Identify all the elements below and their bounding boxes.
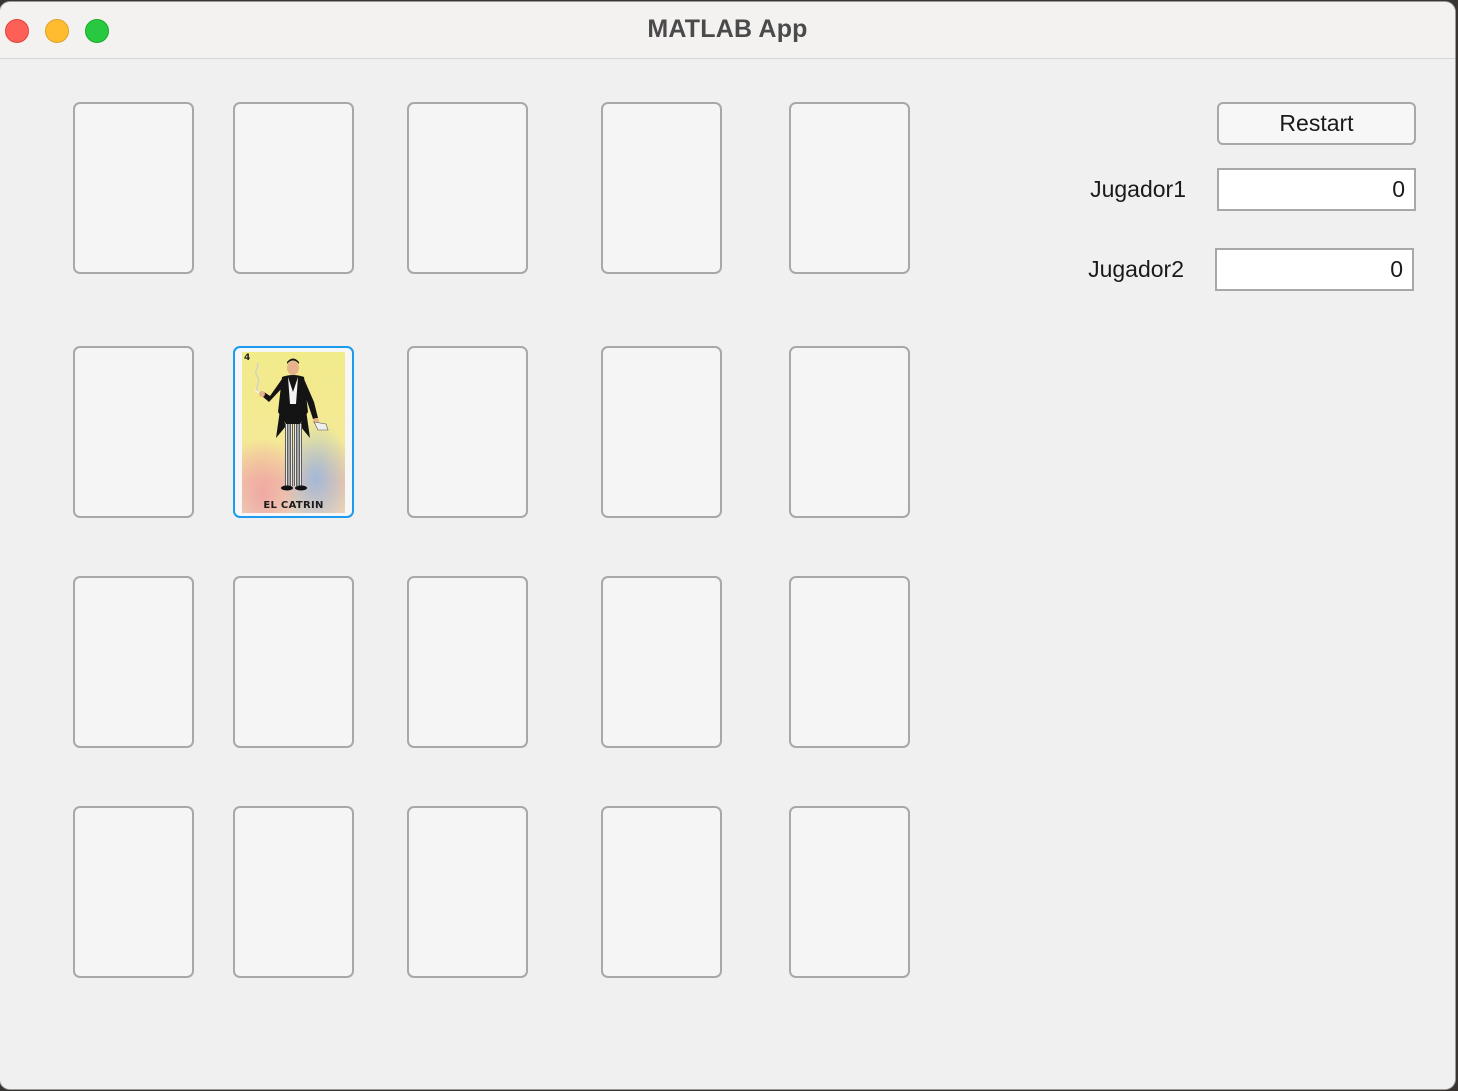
card-r2-c4[interactable] (601, 346, 722, 518)
card-r2-c1[interactable] (73, 346, 194, 518)
player2-label: Jugador2 (1088, 256, 1184, 282)
card-r3-c4[interactable] (601, 576, 722, 748)
app-content: 4 EL CATRIN Restart Jugador1 0 Jugador2 … (0, 59, 1455, 1089)
app-window: MATLAB App 4 EL CATRIN Restart Jugador1 … (0, 2, 1455, 1089)
player1-score-field[interactable]: 0 (1217, 168, 1416, 211)
card-r3-c3[interactable] (407, 576, 528, 748)
card-r1-c4[interactable] (601, 102, 722, 274)
loteria-card-image: 4 EL CATRIN (242, 352, 345, 513)
card-r1-c3[interactable] (407, 102, 528, 274)
card-r1-c2[interactable] (233, 102, 354, 274)
card-number: 4 (244, 353, 251, 363)
card-r4-c2[interactable] (233, 806, 354, 978)
card-r1-c5[interactable] (789, 102, 910, 274)
card-r1-c1[interactable] (73, 102, 194, 274)
title-bar: MATLAB App (0, 2, 1455, 59)
card-r3-c2[interactable] (233, 576, 354, 748)
card-r3-c5[interactable] (789, 576, 910, 748)
player2-score-field[interactable]: 0 (1215, 248, 1414, 291)
restart-button[interactable]: Restart (1217, 102, 1416, 145)
el-catrin-illustration (242, 352, 345, 513)
player1-label: Jugador1 (1090, 176, 1186, 202)
card-r4-c5[interactable] (789, 806, 910, 978)
card-r2-c2[interactable]: 4 EL CATRIN (233, 346, 354, 518)
card-r4-c1[interactable] (73, 806, 194, 978)
card-r2-c3[interactable] (407, 346, 528, 518)
card-r4-c3[interactable] (407, 806, 528, 978)
card-r2-c5[interactable] (789, 346, 910, 518)
card-r3-c1[interactable] (73, 576, 194, 748)
card-caption: EL CATRIN (263, 500, 324, 511)
window-title: MATLAB App (647, 15, 808, 43)
card-r4-c4[interactable] (601, 806, 722, 978)
